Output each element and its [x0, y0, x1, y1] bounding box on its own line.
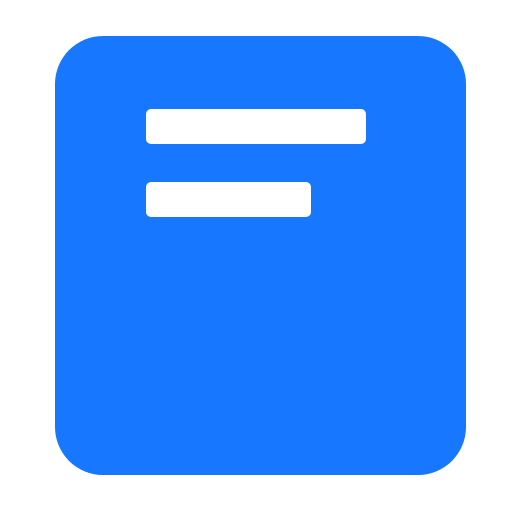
text-line-bottom [146, 182, 311, 217]
canvas [0, 0, 512, 512]
document-text-icon[interactable] [55, 36, 466, 475]
text-line-top [146, 109, 366, 144]
